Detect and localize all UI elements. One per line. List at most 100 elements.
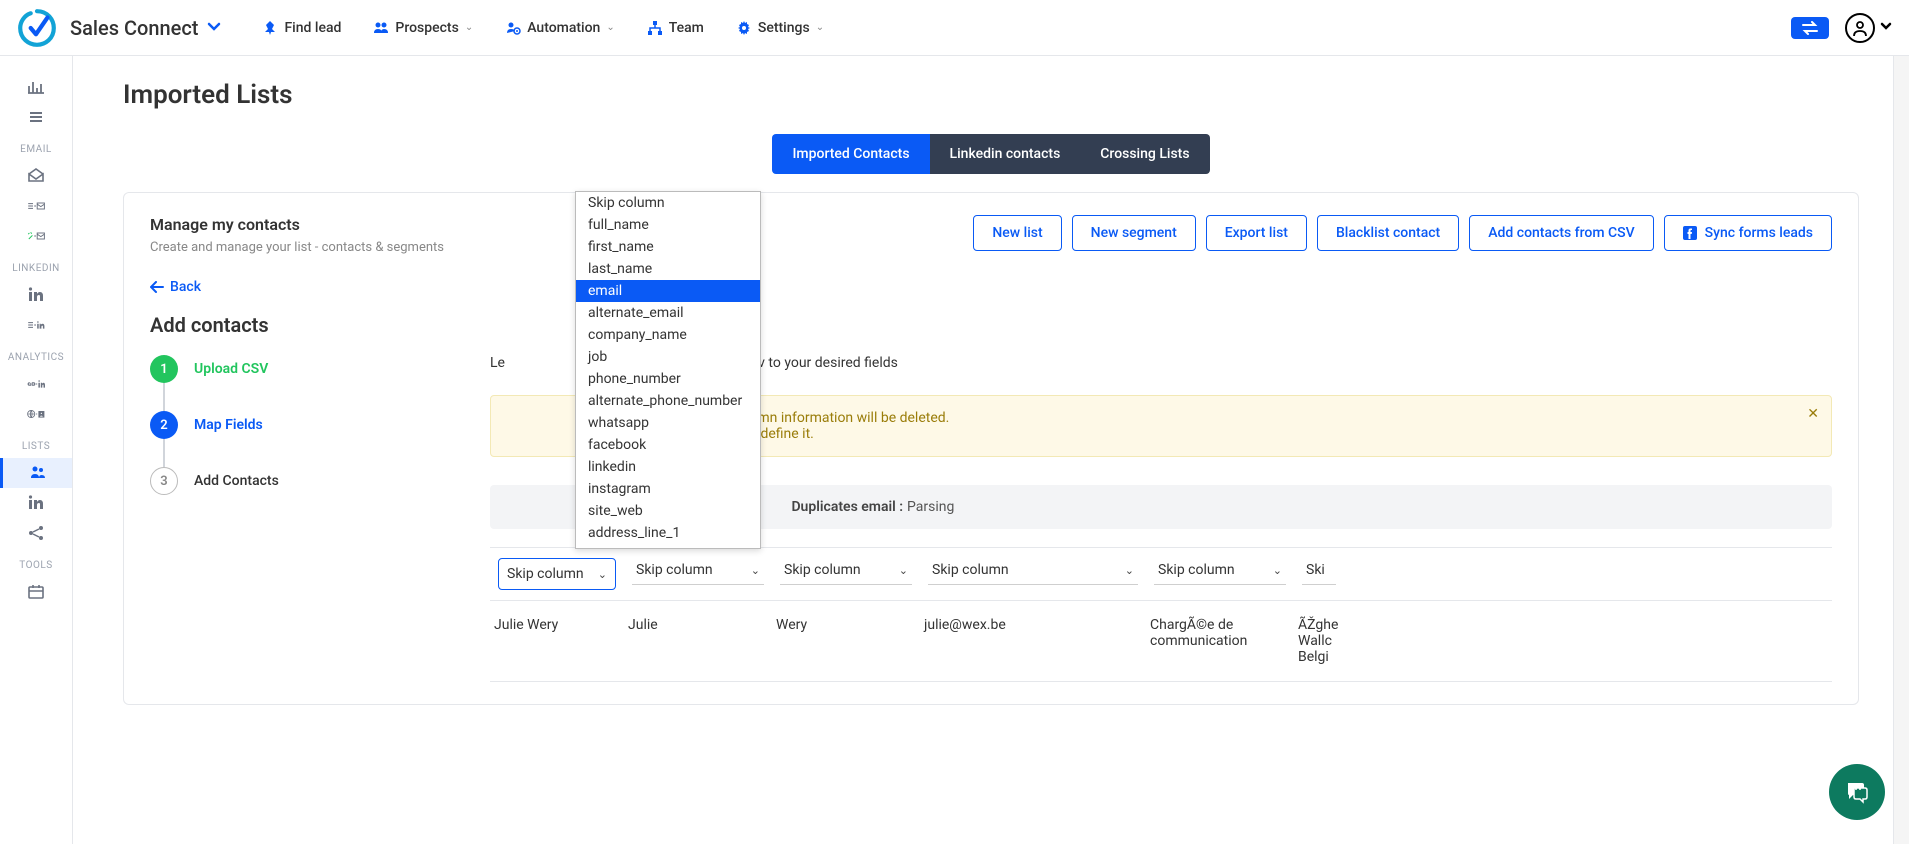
app-logo <box>16 7 58 49</box>
sidebar-compose-mail[interactable] <box>0 191 72 221</box>
column-dropdown[interactable]: Skip columnfull_namefirst_namelast_namee… <box>575 191 761 549</box>
table-row: Julie Wery Julie Wery julie@wex.be Charg… <box>490 601 1832 682</box>
brand-chevron-icon[interactable] <box>206 18 222 38</box>
nav-automation[interactable]: Automation ⌄ <box>505 20 615 36</box>
dropdown-option[interactable]: linkedin <box>576 456 760 478</box>
chevron-down-icon: ⌄ <box>899 564 908 577</box>
dropdown-option[interactable]: address_line_1 <box>576 522 760 544</box>
column-select-1[interactable]: Skip column⌄ <box>632 558 764 585</box>
page-scrollbar[interactable] <box>1893 56 1909 844</box>
user-menu[interactable] <box>1845 13 1893 43</box>
blacklist-button[interactable]: Blacklist contact <box>1317 215 1459 251</box>
list-tabs: Imported Contacts Linkedin contacts Cros… <box>123 134 1859 174</box>
export-list-button[interactable]: Export list <box>1206 215 1307 251</box>
dropdown-option[interactable]: job <box>576 346 760 368</box>
mapping-table: Skip column⌄ Skip column⌄ Skip column⌄ S… <box>490 547 1832 682</box>
column-select-4[interactable]: Skip column⌄ <box>1154 558 1286 585</box>
manage-sub: Create and manage your list - contacts &… <box>150 240 444 255</box>
sidebar-magic-mail[interactable] <box>0 221 72 251</box>
facebook-icon <box>1683 226 1697 240</box>
chevron-down-icon: ⌄ <box>598 568 607 581</box>
close-warning-icon[interactable]: ✕ <box>1807 406 1819 422</box>
dropdown-option[interactable]: last_name <box>576 258 760 280</box>
chevron-down-icon <box>1879 19 1893 37</box>
dropdown-option[interactable]: alternate_phone_number <box>576 390 760 412</box>
swap-button[interactable] <box>1791 17 1829 39</box>
users-icon <box>373 20 389 36</box>
brand-title: Sales Connect <box>70 16 198 40</box>
chevron-down-icon: ⌄ <box>751 564 760 577</box>
gear-icon <box>736 20 752 36</box>
sidebar-menu[interactable] <box>0 102 72 132</box>
chevron-down-icon: ⌄ <box>1125 564 1134 577</box>
dropdown-option[interactable]: company_name <box>576 324 760 346</box>
tab-imported[interactable]: Imported Contacts <box>772 134 929 174</box>
dropdown-option[interactable]: whatsapp <box>576 412 760 434</box>
sidebar-linkedin2[interactable] <box>0 488 72 518</box>
new-list-button[interactable]: New list <box>973 215 1061 251</box>
sync-forms-button[interactable]: Sync forms leads <box>1664 215 1832 251</box>
column-select-3[interactable]: Skip column⌄ <box>928 558 1138 585</box>
nav-settings[interactable]: Settings ⌄ <box>736 20 824 36</box>
chevron-down-icon: ⌄ <box>606 22 614 33</box>
main-content: Imported Lists Imported Contacts Linkedi… <box>73 56 1909 844</box>
left-sidebar: EMAIL LINKEDIN ANALYTICS LISTS TOOLS <box>0 56 73 844</box>
dropdown-option[interactable]: first_name <box>576 236 760 258</box>
step-upload-csv: 1 Upload CSV <box>150 355 490 383</box>
sidebar-group-tools: TOOLS <box>0 560 72 571</box>
dropdown-option[interactable]: site_web <box>576 500 760 522</box>
column-select-0[interactable]: Skip column⌄ <box>498 558 616 590</box>
top-nav: Sales Connect Find lead Prospects ⌄ Auto… <box>0 0 1909 56</box>
chat-fab[interactable] <box>1829 764 1885 820</box>
dropdown-option[interactable]: phone_number <box>576 368 760 390</box>
nav-find-lead[interactable]: Find lead <box>262 20 341 36</box>
add-contacts-heading: Add contacts <box>150 313 1832 337</box>
sidebar-group-linkedin: LINKEDIN <box>0 263 72 274</box>
sidebar-share[interactable] <box>0 518 72 548</box>
sidebar-linkedin[interactable] <box>0 280 72 310</box>
tab-linkedin[interactable]: Linkedin contacts <box>930 134 1081 174</box>
sitemap-icon <box>647 20 663 36</box>
table-header-row: Skip column⌄ Skip column⌄ Skip column⌄ S… <box>490 547 1832 601</box>
column-select-2[interactable]: Skip column⌄ <box>780 558 912 585</box>
sidebar-contacts[interactable] <box>0 458 72 488</box>
sidebar-dashboard[interactable] <box>0 72 72 102</box>
chat-icon <box>1844 779 1870 805</box>
back-link[interactable]: Back <box>150 279 201 295</box>
manage-card: Manage my contacts Create and manage you… <box>123 192 1859 705</box>
dropdown-option[interactable]: full_name <box>576 214 760 236</box>
dropdown-option[interactable]: alternate_email <box>576 302 760 324</box>
chevron-down-icon: ⌄ <box>816 22 824 33</box>
column-select-5[interactable]: Ski <box>1302 558 1336 585</box>
user-gear-icon <box>505 20 521 36</box>
sidebar-add-linkedin[interactable] <box>0 310 72 340</box>
stepper: 1 Upload CSV 2 Map Fields 3 Add Contacts <box>150 355 490 682</box>
main-nav: Find lead Prospects ⌄ Automation ⌄ Team … <box>262 20 824 36</box>
arrow-left-icon <box>150 281 164 293</box>
avatar-icon <box>1845 13 1875 43</box>
sidebar-link-linkedin[interactable] <box>0 369 72 399</box>
dropdown-option[interactable]: address_line_2 <box>576 544 760 548</box>
sidebar-group-lists: LISTS <box>0 441 72 452</box>
manage-title: Manage my contacts <box>150 215 444 234</box>
sidebar-group-analytics: ANALYTICS <box>0 352 72 363</box>
nav-team[interactable]: Team <box>647 20 704 36</box>
new-segment-button[interactable]: New segment <box>1072 215 1196 251</box>
sidebar-group-email: EMAIL <box>0 144 72 155</box>
sidebar-inbox[interactable] <box>0 161 72 191</box>
chevron-down-icon: ⌄ <box>465 22 473 33</box>
page-title: Imported Lists <box>123 80 1859 110</box>
sidebar-calendar[interactable] <box>0 577 72 607</box>
dropdown-option[interactable]: Skip column <box>576 192 760 214</box>
dropdown-option[interactable]: email <box>576 280 760 302</box>
step-add-contacts: 3 Add Contacts <box>150 467 490 495</box>
sidebar-web-contact[interactable] <box>0 399 72 429</box>
thumbtack-icon <box>262 20 278 36</box>
step-map-fields: 2 Map Fields <box>150 411 490 439</box>
tab-crossing[interactable]: Crossing Lists <box>1080 134 1209 174</box>
chevron-down-icon: ⌄ <box>1273 564 1282 577</box>
dropdown-option[interactable]: instagram <box>576 478 760 500</box>
add-from-csv-button[interactable]: Add contacts from CSV <box>1469 215 1653 251</box>
nav-prospects[interactable]: Prospects ⌄ <box>373 20 473 36</box>
dropdown-option[interactable]: facebook <box>576 434 760 456</box>
